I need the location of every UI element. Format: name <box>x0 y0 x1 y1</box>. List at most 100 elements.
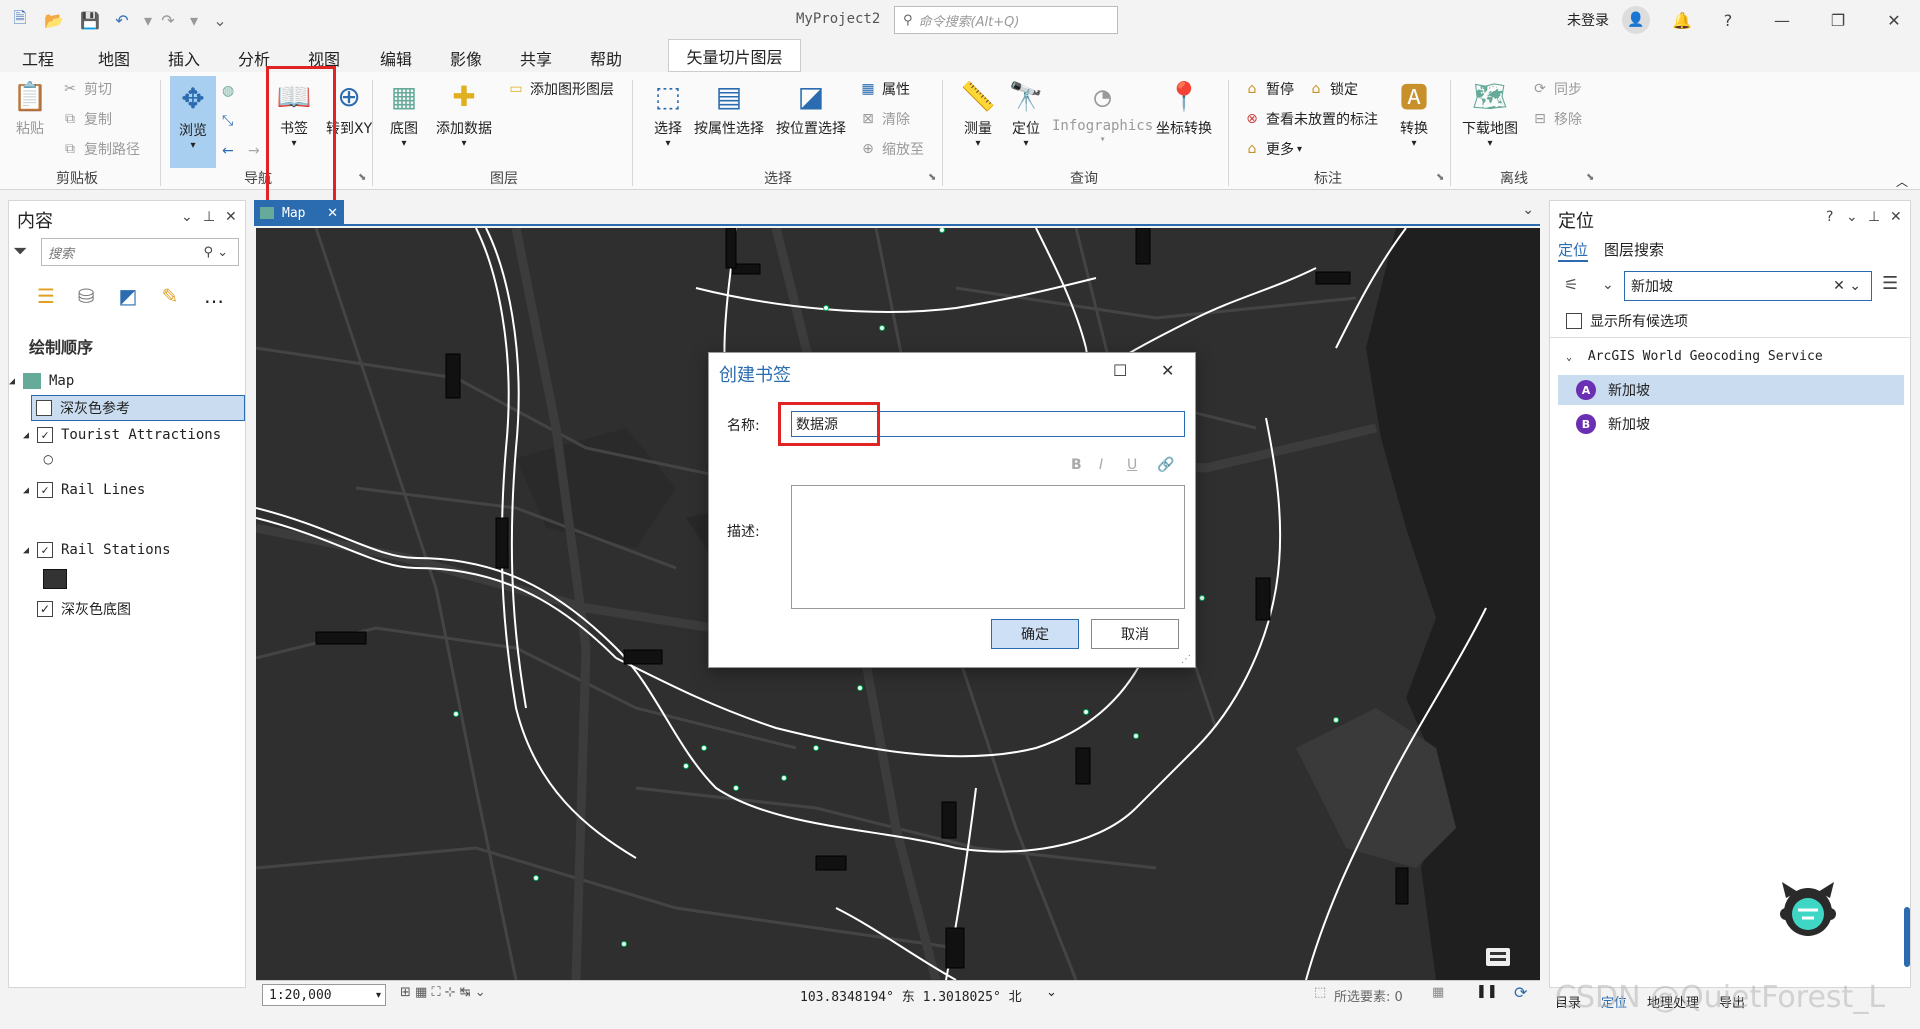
layer-checkbox[interactable]: ✓ <box>37 482 53 498</box>
coordinate-format-icon[interactable]: ⌄ <box>1046 985 1057 1000</box>
fixed-zoom-icon[interactable]: ⤡ <box>222 110 233 132</box>
tab-analysis[interactable]: 分析 <box>234 44 274 72</box>
layer-rail-lines[interactable]: ◢ ✓ Rail Lines <box>23 478 145 502</box>
tab-list-icon[interactable]: ⌄ <box>1522 202 1534 218</box>
tab-project[interactable]: 工程 <box>18 44 58 72</box>
layer-dark-gray-reference[interactable]: 深灰色参考 <box>31 395 245 421</box>
more-labeling-button[interactable]: ⌂ 更多 ▾ <box>1242 138 1302 160</box>
pane-options-icon[interactable]: ⌄ <box>1846 209 1858 225</box>
locate-result[interactable]: A 新加坡 <box>1558 375 1904 405</box>
collapse-caret-icon[interactable]: ◢ <box>23 430 37 441</box>
navigate-launcher-icon[interactable]: ⬊ <box>358 172 366 183</box>
full-extent-icon[interactable]: ◍ <box>222 80 234 102</box>
assistant-mascot-icon[interactable] <box>1778 880 1838 938</box>
show-all-candidates-option[interactable]: 显示所有候选项 <box>1566 311 1688 331</box>
undo-icon[interactable]: ↶ <box>110 8 134 32</box>
locate-search-input[interactable]: 新加坡 ✕ ⌄ <box>1624 271 1872 301</box>
goto-xy-button[interactable]: ⊕ 转到XY <box>326 76 372 138</box>
list-by-editing-icon[interactable]: ✎ <box>155 281 185 311</box>
list-by-selection-icon[interactable]: ◩ <box>113 281 143 311</box>
basemap-button[interactable]: ▦ 底图 ▾ <box>384 76 424 150</box>
map-view-tab[interactable]: Map ✕ <box>254 200 344 226</box>
convert-labels-button[interactable]: 🅰 转换 ▾ <box>1394 76 1434 149</box>
layer-rail-stations[interactable]: ◢ ✓ Rail Stations <box>23 538 171 562</box>
more-options-icon[interactable]: … <box>199 281 229 311</box>
copy-button[interactable]: ⧉ 复制 <box>60 108 112 130</box>
close-window-button[interactable]: ✕ <box>1876 6 1912 34</box>
collapse-caret-icon[interactable]: ◢ <box>23 545 37 556</box>
pause-labeling-button[interactable]: ⌂ 暂停 <box>1242 78 1294 100</box>
infographics-button[interactable]: ◔ Infographics ▾ <box>1052 76 1153 146</box>
new-project-icon[interactable]: 🗎 <box>8 8 32 32</box>
refresh-icon[interactable]: ⟳ <box>1514 983 1527 1002</box>
underline-button[interactable]: U <box>1127 457 1137 473</box>
locate-settings-icon[interactable]: ⚟ <box>1564 275 1578 294</box>
close-pane-icon[interactable]: ✕ <box>225 209 237 225</box>
tab-catalog[interactable]: 目录 <box>1555 992 1581 1011</box>
table-icon[interactable]: ▦ <box>1432 985 1444 1000</box>
tab-locate[interactable]: 定位 <box>1558 239 1589 262</box>
tab-export[interactable]: 导出 <box>1719 992 1745 1011</box>
list-by-data-source-icon[interactable]: ⛁ <box>71 281 101 311</box>
layer-map[interactable]: ◢ Map <box>9 369 74 393</box>
italic-button[interactable]: I <box>1099 457 1103 473</box>
grid-tools-icon[interactable]: ⊞ ▦ ⛶ ⊹ ↹ ⌄ <box>400 985 486 1000</box>
zoom-to-selection-button[interactable]: ⊕ 缩放至 <box>858 138 924 160</box>
next-extent-icon[interactable]: → <box>248 140 260 162</box>
command-search-input[interactable]: ⚲ 命令搜索(Alt+Q) <box>894 6 1118 34</box>
show-all-checkbox[interactable] <box>1566 313 1582 329</box>
download-map-button[interactable]: 🗺 下载地图 ▾ <box>1462 76 1518 150</box>
close-tab-icon[interactable]: ✕ <box>327 206 338 221</box>
selection-launcher-icon[interactable]: ⬊ <box>928 172 936 183</box>
close-pane-icon[interactable]: ✕ <box>1890 209 1902 225</box>
paste-button[interactable]: 📋 粘贴 <box>10 76 50 138</box>
scrollbar-thumb[interactable] <box>1904 907 1910 967</box>
description-textarea[interactable] <box>791 485 1185 609</box>
bookmark-name-input[interactable]: 数据源 <box>791 411 1185 437</box>
open-project-icon[interactable]: 📂 <box>42 8 66 32</box>
pane-options-icon[interactable]: ⌄ <box>181 209 193 225</box>
add-data-button[interactable]: ✚ 添加数据 ▾ <box>436 76 492 150</box>
clear-search-icon[interactable]: ✕ ⌄ <box>1833 278 1861 294</box>
collapse-caret-icon[interactable]: ◢ <box>9 376 23 387</box>
layer-checkbox[interactable]: ✓ <box>37 601 53 617</box>
tab-edit[interactable]: 编辑 <box>376 44 416 72</box>
contents-search-input[interactable]: 搜索 ⚲ ⌄ <box>41 238 239 266</box>
tab-map[interactable]: 地图 <box>94 44 135 75</box>
ok-button[interactable]: 确定 <box>991 619 1079 649</box>
menu-icon[interactable]: ☰ <box>1882 273 1898 294</box>
bold-button[interactable]: B <box>1071 457 1082 473</box>
explore-button[interactable]: ✥ 浏览 ▾ <box>170 76 216 168</box>
collapse-caret-icon[interactable]: ◢ <box>23 485 37 496</box>
save-icon[interactable]: 💾 <box>78 8 102 32</box>
previous-extent-icon[interactable]: ← <box>222 140 234 162</box>
add-graphics-layer-button[interactable]: ▭ 添加图形图层 <box>506 78 614 100</box>
select-by-attributes-button[interactable]: ▤ 按属性选择 <box>694 76 764 138</box>
tab-insert[interactable]: 插入 <box>164 44 204 72</box>
resize-grip-icon[interactable]: ⋰ <box>1181 654 1191 665</box>
clear-selection-button[interactable]: ⊠ 清除 <box>858 108 910 130</box>
attributes-button[interactable]: ▦ 属性 <box>858 78 910 100</box>
tab-locate-footer[interactable]: 定位 <box>1601 992 1627 1011</box>
select-button[interactable]: ⬚ 选择 ▾ <box>648 76 688 150</box>
coordinate-conversion-button[interactable]: 📍 坐标转换 <box>1156 76 1212 138</box>
layer-checkbox[interactable] <box>36 400 52 416</box>
hyperlink-icon[interactable]: 🔗 <box>1157 457 1174 473</box>
remove-button[interactable]: ⊟ 移除 <box>1530 108 1582 130</box>
pin-icon[interactable]: ⊥ <box>1868 209 1880 225</box>
locate-button[interactable]: 🔭 定位 ▾ <box>1006 76 1046 150</box>
offline-launcher-icon[interactable]: ⬊ <box>1586 172 1594 183</box>
filter-icon[interactable]: ⏷ <box>13 241 27 262</box>
view-unplaced-button[interactable]: ⊗ 查看未放置的标注 <box>1242 108 1378 130</box>
list-by-drawing-order-icon[interactable]: ☰ <box>31 281 61 311</box>
redo-dropdown-icon[interactable]: ▾ <box>182 8 206 32</box>
minimize-button[interactable]: — <box>1764 6 1800 34</box>
pause-drawing-icon[interactable]: ❚❚ <box>1476 984 1498 999</box>
sync-button[interactable]: ⟳ 同步 <box>1530 78 1582 100</box>
layer-tourist-attractions[interactable]: ◢ ✓ Tourist Attractions <box>23 423 221 447</box>
tab-help[interactable]: 帮助 <box>586 44 626 72</box>
layer-checkbox[interactable]: ✓ <box>37 542 53 558</box>
copy-path-button[interactable]: ⧉ 复制路径 <box>60 138 140 160</box>
tab-share[interactable]: 共享 <box>516 44 556 72</box>
notifications-icon[interactable]: 🔔 <box>1664 6 1700 34</box>
